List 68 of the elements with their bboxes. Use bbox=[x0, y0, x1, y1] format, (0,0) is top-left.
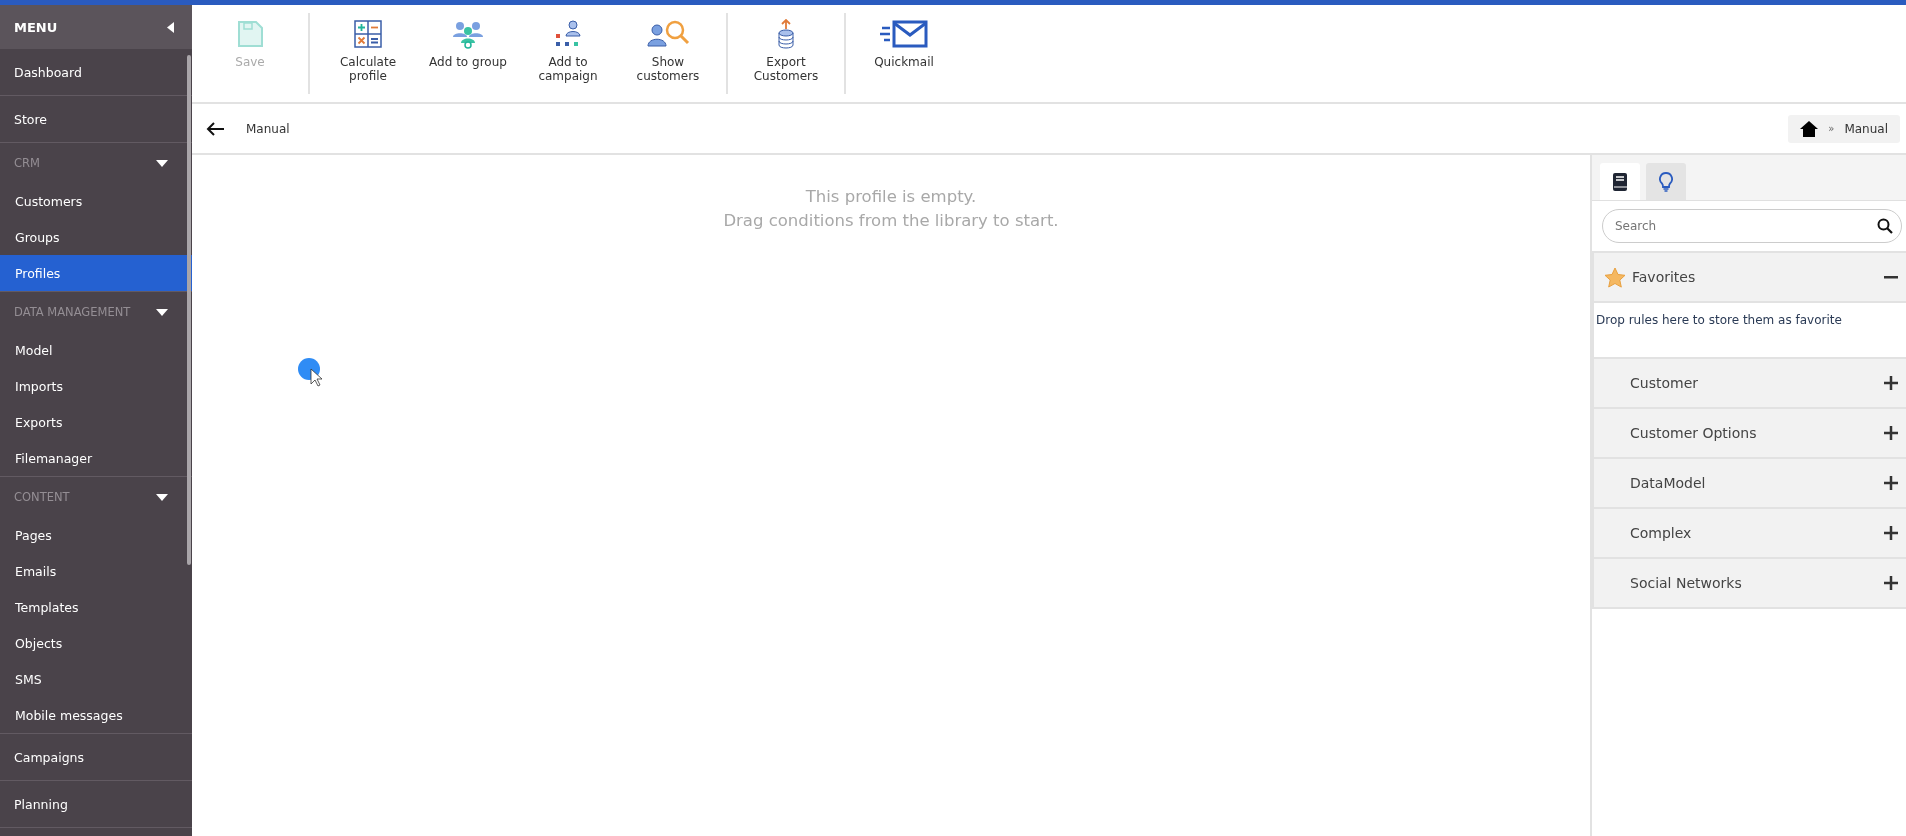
sidebar-item[interactable]: Pages bbox=[0, 517, 192, 553]
search-icon[interactable] bbox=[1877, 218, 1893, 234]
section-label: CRM bbox=[14, 156, 40, 170]
sidebar-item[interactable]: Mobile messages bbox=[0, 697, 192, 733]
sidebar-item[interactable]: Objects bbox=[0, 625, 192, 661]
database-arrow-icon bbox=[775, 19, 797, 49]
category-label: Favorites bbox=[1632, 269, 1696, 285]
caret-left-icon[interactable] bbox=[167, 21, 174, 33]
toolbar-button[interactable]: Calculate profile bbox=[318, 17, 418, 85]
caret-down-icon[interactable] bbox=[156, 308, 168, 316]
home-icon[interactable] bbox=[1800, 120, 1819, 137]
library-category[interactable]: Social Networks bbox=[1592, 559, 1906, 609]
library-category[interactable]: Customer bbox=[1592, 359, 1906, 409]
envelope-icon bbox=[880, 20, 928, 48]
sidebar-item[interactable]: Customers bbox=[0, 183, 192, 219]
star-icon bbox=[1604, 266, 1626, 288]
toolbar-button[interactable]: Show customers bbox=[618, 17, 718, 85]
sidebar-item[interactable]: Filemanager bbox=[0, 440, 192, 476]
section-label: CONTENT bbox=[14, 490, 70, 504]
search-field[interactable]: Search bbox=[1602, 209, 1902, 243]
breadcrumb-link[interactable]: Manual bbox=[1844, 121, 1888, 136]
sidebar-item[interactable]: Model bbox=[0, 332, 192, 368]
flow-person-icon bbox=[553, 19, 583, 49]
toolbar-button[interactable]: Add to group bbox=[418, 17, 518, 71]
expand-icon[interactable] bbox=[1884, 476, 1898, 490]
sidebar-item[interactable]: Imports bbox=[0, 368, 192, 404]
people-group-icon bbox=[451, 19, 485, 49]
collapse-icon[interactable] bbox=[1884, 275, 1898, 279]
library-category[interactable]: Customer Options bbox=[1592, 409, 1906, 459]
category-label: DataModel bbox=[1630, 475, 1706, 491]
sidebar-item[interactable]: Templates bbox=[0, 589, 192, 625]
library-category[interactable]: Complex bbox=[1592, 509, 1906, 559]
breadcrumb-separator: » bbox=[1828, 123, 1835, 134]
scrollbar[interactable] bbox=[187, 55, 191, 565]
expand-icon[interactable] bbox=[1884, 426, 1898, 440]
sidebar-item[interactable]: Planning bbox=[0, 781, 192, 828]
section-label: DATA MANAGEMENT bbox=[14, 305, 131, 319]
sidebar-item[interactable]: Exports bbox=[0, 404, 192, 440]
empty-message: This profile is empty. bbox=[805, 186, 977, 208]
sidebar-item[interactable]: Profiles bbox=[0, 255, 192, 291]
category-label: Customer Options bbox=[1630, 425, 1757, 441]
lightbulb-icon bbox=[1659, 171, 1673, 192]
caret-down-icon[interactable] bbox=[156, 493, 168, 501]
sidebar-item[interactable]: SMS bbox=[0, 661, 192, 697]
page-title: Manual bbox=[246, 121, 290, 136]
menu-title: MENU bbox=[14, 19, 58, 35]
toolbar-button[interactable]: Add to campaign bbox=[518, 17, 618, 85]
click-cursor-icon bbox=[297, 357, 325, 387]
category-label: Customer bbox=[1630, 375, 1698, 391]
expand-icon[interactable] bbox=[1884, 526, 1898, 540]
expand-icon[interactable] bbox=[1884, 576, 1898, 590]
sidebar-item[interactable]: Emails bbox=[0, 553, 192, 589]
sidebar-item[interactable]: Campaigns bbox=[0, 734, 192, 781]
library-tab[interactable] bbox=[1600, 163, 1640, 200]
calculator-icon bbox=[353, 19, 383, 49]
category-label: Complex bbox=[1630, 525, 1692, 541]
library-category[interactable]: DataModel bbox=[1592, 459, 1906, 509]
back-arrow-icon[interactable] bbox=[206, 121, 224, 136]
caret-down-icon[interactable] bbox=[156, 159, 168, 167]
category-label: Social Networks bbox=[1630, 575, 1742, 591]
book-icon bbox=[1612, 171, 1628, 192]
sidebar-item[interactable]: Groups bbox=[0, 219, 192, 255]
library-category[interactable]: Favorites bbox=[1592, 251, 1906, 303]
toolbar-button[interactable]: Export Customers bbox=[736, 17, 836, 85]
empty-message: Drag conditions from the library to start. bbox=[723, 210, 1059, 232]
person-magnifier-icon bbox=[646, 19, 690, 49]
toolbar-button[interactable]: Quickmail bbox=[854, 17, 954, 71]
expand-icon[interactable] bbox=[1884, 376, 1898, 390]
